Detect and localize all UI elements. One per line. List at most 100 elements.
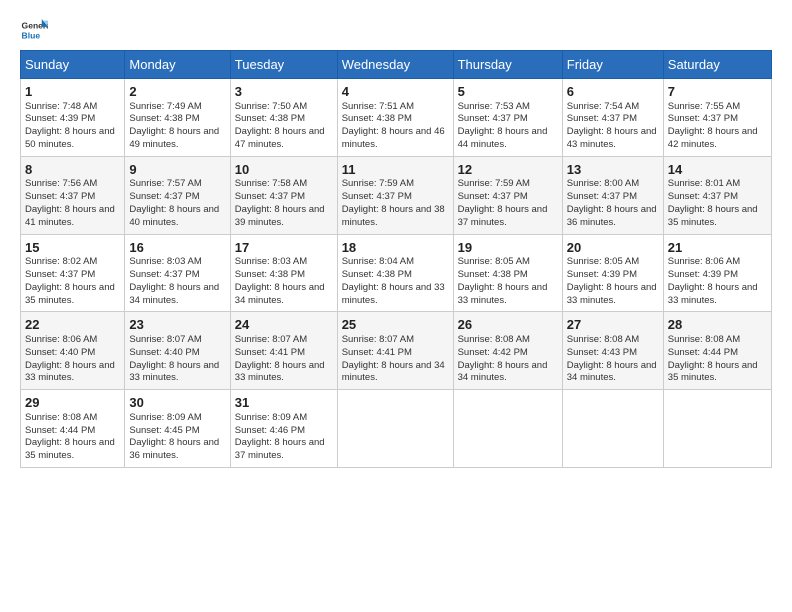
day-cell: 15Sunrise: 8:02 AMSunset: 4:37 PMDayligh… bbox=[21, 234, 125, 312]
daylight-label: Daylight: 8 hours and 39 minutes. bbox=[235, 204, 325, 228]
header-wednesday: Wednesday bbox=[337, 51, 453, 79]
sunrise-label: Sunrise: 8:08 AM bbox=[567, 334, 639, 345]
logo: General Blue bbox=[20, 16, 48, 44]
day-cell: 21Sunrise: 8:06 AM Sunset: 4:39 PM Dayligh… bbox=[663, 234, 771, 312]
day-cell bbox=[337, 390, 453, 468]
week-row-2: 8Sunrise: 7:56 AMSunset: 4:37 PMDaylight… bbox=[21, 156, 772, 234]
daylight-label: Daylight: 8 hours and 33 minutes. bbox=[668, 282, 758, 306]
day-cell: 20Sunrise: 8:05 AMSunset: 4:39 PMDayligh… bbox=[562, 234, 663, 312]
sunset-label: Sunset: 4:41 PM bbox=[235, 347, 305, 358]
sunrise-label: Sunrise: 8:04 AM bbox=[342, 256, 414, 267]
sunrise-label: Sunrise: 8:03 AM bbox=[129, 256, 201, 267]
day-cell: 14Sunrise: 8:01 AMSunset: 4:37 PMDayligh… bbox=[663, 156, 771, 234]
daylight-label: Daylight: 8 hours and 41 minutes. bbox=[25, 204, 115, 228]
day-cell: 5Sunrise: 7:53 AMSunset: 4:37 PMDaylight… bbox=[453, 79, 562, 157]
daylight-label: Daylight: 8 hours and 38 minutes. bbox=[342, 204, 445, 228]
daylight-label: Daylight: 8 hours and 40 minutes. bbox=[129, 204, 219, 228]
daylight-label: Daylight: 8 hours and 50 minutes. bbox=[25, 126, 115, 150]
sunset-label: Sunset: 4:45 PM bbox=[129, 425, 199, 436]
day-number: 12 bbox=[458, 161, 558, 179]
sunset-label: Sunset: 4:46 PM bbox=[235, 425, 305, 436]
sunrise-label: Sunrise: 8:03 AM bbox=[235, 256, 307, 267]
sunrise-label: Sunrise: 8:06 AM bbox=[668, 256, 740, 267]
calendar-table: SundayMondayTuesdayWednesdayThursdayFrid… bbox=[20, 50, 772, 468]
day-cell: 28Sunrise: 8:08 AMSunset: 4:44 PMDayligh… bbox=[663, 312, 771, 390]
sunset-label: Sunset: 4:37 PM bbox=[25, 191, 95, 202]
sunset-label: Sunset: 4:44 PM bbox=[668, 347, 738, 358]
daylight-label: Daylight: 8 hours and 46 minutes. bbox=[342, 126, 445, 150]
sunset-label: Sunset: 4:37 PM bbox=[342, 191, 412, 202]
sunrise-label: Sunrise: 8:08 AM bbox=[458, 334, 530, 345]
sunset-label: Sunset: 4:38 PM bbox=[458, 269, 528, 280]
day-cell: 17Sunrise: 8:03 AMSunset: 4:38 PMDayligh… bbox=[230, 234, 337, 312]
sunrise-label: Sunrise: 7:59 AM bbox=[342, 178, 414, 189]
day-number: 20 bbox=[567, 239, 659, 257]
sunrise-label: Sunrise: 7:59 AM bbox=[458, 178, 530, 189]
page: General Blue SundayMondayTuesdayWednesda… bbox=[0, 0, 792, 478]
sunset-label: Sunset: 4:37 PM bbox=[235, 191, 305, 202]
week-row-1: 1Sunrise: 7:48 AMSunset: 4:39 PMDaylight… bbox=[21, 79, 772, 157]
sunrise-label: Sunrise: 7:55 AM bbox=[668, 101, 740, 112]
sunset-label: Sunset: 4:42 PM bbox=[458, 347, 528, 358]
day-number: 23 bbox=[129, 316, 225, 334]
sunset-label: Sunset: 4:37 PM bbox=[25, 269, 95, 280]
sunset-label: Sunset: 4:39 PM bbox=[668, 269, 738, 280]
sunset-label: Sunset: 4:38 PM bbox=[342, 113, 412, 124]
day-number: 5 bbox=[458, 83, 558, 101]
daylight-label: Daylight: 8 hours and 42 minutes. bbox=[668, 126, 758, 150]
header-monday: Monday bbox=[125, 51, 230, 79]
sunset-label: Sunset: 4:40 PM bbox=[25, 347, 95, 358]
day-number: 29 bbox=[25, 394, 120, 412]
day-number: 7 bbox=[668, 83, 767, 101]
sunset-label: Sunset: 4:37 PM bbox=[129, 191, 199, 202]
daylight-label: Daylight: 8 hours and 44 minutes. bbox=[458, 126, 548, 150]
daylight-label: Daylight: 8 hours and 34 minutes. bbox=[567, 360, 657, 384]
day-cell: 1Sunrise: 7:48 AMSunset: 4:39 PMDaylight… bbox=[21, 79, 125, 157]
svg-text:Blue: Blue bbox=[22, 31, 41, 41]
sunrise-label: Sunrise: 7:56 AM bbox=[25, 178, 97, 189]
sunrise-label: Sunrise: 7:48 AM bbox=[25, 101, 97, 112]
sunset-label: Sunset: 4:39 PM bbox=[567, 269, 637, 280]
day-number: 13 bbox=[567, 161, 659, 179]
daylight-label: Daylight: 8 hours and 49 minutes. bbox=[129, 126, 219, 150]
day-number: 21 bbox=[668, 239, 767, 257]
day-cell: 25Sunrise: 8:07 AMSunset: 4:41 PMDayligh… bbox=[337, 312, 453, 390]
day-number: 2 bbox=[129, 83, 225, 101]
daylight-label: Daylight: 8 hours and 35 minutes. bbox=[668, 204, 758, 228]
sunrise-label: Sunrise: 8:05 AM bbox=[567, 256, 639, 267]
daylight-label: Daylight: 8 hours and 36 minutes. bbox=[567, 204, 657, 228]
sunset-label: Sunset: 4:41 PM bbox=[342, 347, 412, 358]
sunrise-label: Sunrise: 8:01 AM bbox=[668, 178, 740, 189]
week-row-4: 22Sunrise: 8:06 AMSunset: 4:40 PMDayligh… bbox=[21, 312, 772, 390]
header-tuesday: Tuesday bbox=[230, 51, 337, 79]
daylight-label: Daylight: 8 hours and 33 minutes. bbox=[25, 360, 115, 384]
day-cell: 9Sunrise: 7:57 AMSunset: 4:37 PMDaylight… bbox=[125, 156, 230, 234]
sunset-label: Sunset: 4:37 PM bbox=[567, 191, 637, 202]
day-number: 19 bbox=[458, 239, 558, 257]
sunrise-label: Sunrise: 8:05 AM bbox=[458, 256, 530, 267]
daylight-label: Daylight: 8 hours and 35 minutes. bbox=[668, 360, 758, 384]
day-cell: 27Sunrise: 8:08 AMSunset: 4:43 PMDayligh… bbox=[562, 312, 663, 390]
sunrise-label: Sunrise: 8:09 AM bbox=[235, 412, 307, 423]
day-number: 15 bbox=[25, 239, 120, 257]
sunset-label: Sunset: 4:37 PM bbox=[567, 113, 637, 124]
sunset-label: Sunset: 4:38 PM bbox=[342, 269, 412, 280]
day-cell: 6Sunrise: 7:54 AMSunset: 4:37 PMDaylight… bbox=[562, 79, 663, 157]
header-friday: Friday bbox=[562, 51, 663, 79]
sunrise-label: Sunrise: 7:57 AM bbox=[129, 178, 201, 189]
sunrise-label: Sunrise: 8:07 AM bbox=[129, 334, 201, 345]
sunrise-label: Sunrise: 8:07 AM bbox=[342, 334, 414, 345]
day-cell: 4Sunrise: 7:51 AMSunset: 4:38 PMDaylight… bbox=[337, 79, 453, 157]
day-number: 4 bbox=[342, 83, 449, 101]
daylight-label: Daylight: 8 hours and 43 minutes. bbox=[567, 126, 657, 150]
daylight-label: Daylight: 8 hours and 37 minutes. bbox=[458, 204, 548, 228]
day-number: 10 bbox=[235, 161, 333, 179]
day-cell: 18Sunrise: 8:04 AMSunset: 4:38 PMDayligh… bbox=[337, 234, 453, 312]
sunrise-label: Sunrise: 7:58 AM bbox=[235, 178, 307, 189]
sunrise-label: Sunrise: 8:00 AM bbox=[567, 178, 639, 189]
day-cell: 2Sunrise: 7:49 AMSunset: 4:38 PMDaylight… bbox=[125, 79, 230, 157]
day-cell: 16Sunrise: 8:03 AMSunset: 4:37 PMDayligh… bbox=[125, 234, 230, 312]
daylight-label: Daylight: 8 hours and 35 minutes. bbox=[25, 437, 115, 461]
day-cell: 29Sunrise: 8:08 AMSunset: 4:44 PMDayligh… bbox=[21, 390, 125, 468]
day-cell: 3Sunrise: 7:50 AMSunset: 4:38 PMDaylight… bbox=[230, 79, 337, 157]
